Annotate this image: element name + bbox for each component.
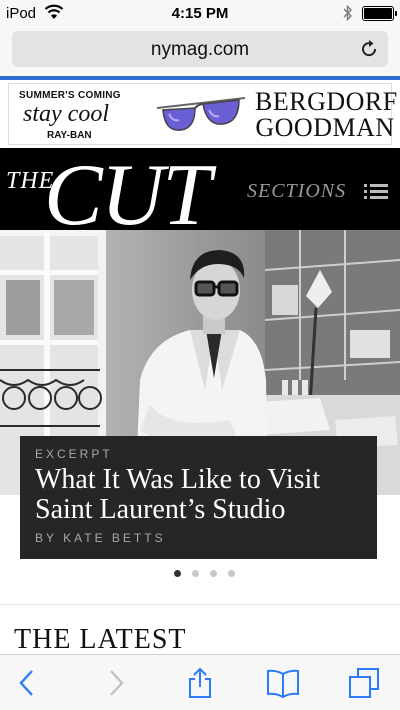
back-icon[interactable] (12, 667, 44, 699)
hero-caption[interactable]: EXCERPT What It Was Like to Visit Saint … (20, 436, 377, 559)
ad-brand-line2: GOODMAN (255, 113, 395, 142)
bluetooth-icon (343, 4, 353, 27)
ad-headline: stay cool (23, 101, 109, 127)
forward-icon[interactable] (100, 667, 132, 699)
carousel-dot[interactable] (228, 570, 235, 577)
ad-tagline: SUMMER'S COMING (19, 90, 121, 101)
sections-button[interactable]: SECTIONS (247, 180, 346, 203)
url-field[interactable]: nymag.com (12, 31, 388, 67)
status-bar: iPod 4:15 PM (0, 0, 400, 28)
article-headline[interactable]: What It Was Like to Visit Saint Laurent’… (35, 465, 365, 525)
url-text[interactable]: nymag.com (12, 39, 388, 61)
section-heading: THE LATEST (14, 624, 187, 655)
ad-creative[interactable]: SUMMER'S COMING stay cool RAY-BAN BERGDO… (8, 83, 398, 145)
carousel-dot[interactable] (192, 570, 199, 577)
share-icon[interactable] (184, 667, 216, 699)
tabs-icon[interactable] (348, 667, 380, 699)
browser-toolbar (0, 654, 400, 710)
sunglasses-image (155, 92, 247, 145)
ad-banner[interactable]: SUMMER'S COMING stay cool RAY-BAN BERGDO… (0, 80, 400, 148)
logo-cut[interactable]: CUT (44, 152, 211, 231)
ad-brand: BERGDORF GOODMAN (255, 87, 398, 142)
bookmarks-icon[interactable] (266, 667, 299, 699)
article-byline: BY KATE BETTS (35, 531, 166, 545)
battery-icon (362, 6, 397, 21)
ad-product: RAY-BAN (47, 130, 92, 141)
article-kicker: EXCERPT (35, 447, 113, 461)
reload-icon[interactable] (358, 38, 380, 65)
site-header: THE CUT SECTIONS (0, 148, 400, 230)
address-bar: nymag.com (0, 28, 400, 77)
carousel-dot[interactable] (174, 570, 181, 577)
menu-icon[interactable] (364, 184, 388, 200)
carousel-dot[interactable] (210, 570, 217, 577)
section-divider (0, 604, 400, 605)
status-time: 4:15 PM (171, 5, 229, 22)
ad-brand-line1: BERGDORF (255, 87, 398, 116)
